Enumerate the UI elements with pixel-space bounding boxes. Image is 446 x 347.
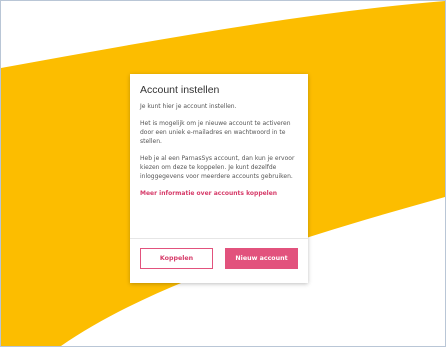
- dialog-paragraph-new-account: Het is mogelijk om je nieuwe account te …: [140, 120, 291, 145]
- dialog-body: Account instellen Je kunt hier je accoun…: [130, 74, 308, 238]
- dialog-title: Account instellen: [140, 84, 220, 96]
- app-window: Account instellen Je kunt hier je accoun…: [0, 0, 446, 347]
- account-setup-dialog: Account instellen Je kunt hier je accoun…: [130, 74, 308, 283]
- dialog-actions: Koppelen Nieuw account: [140, 248, 298, 269]
- new-account-button[interactable]: Nieuw account: [225, 248, 298, 269]
- dialog-divider: [130, 238, 308, 239]
- more-info-link[interactable]: Meer informatie over accounts koppelen: [140, 189, 298, 198]
- dialog-intro-text: Je kunt hier je account instellen.: [140, 103, 237, 110]
- link-account-button[interactable]: Koppelen: [140, 248, 213, 269]
- dialog-paragraph-link-account: Heb je al een ParnasSys account, dan kun…: [140, 155, 295, 180]
